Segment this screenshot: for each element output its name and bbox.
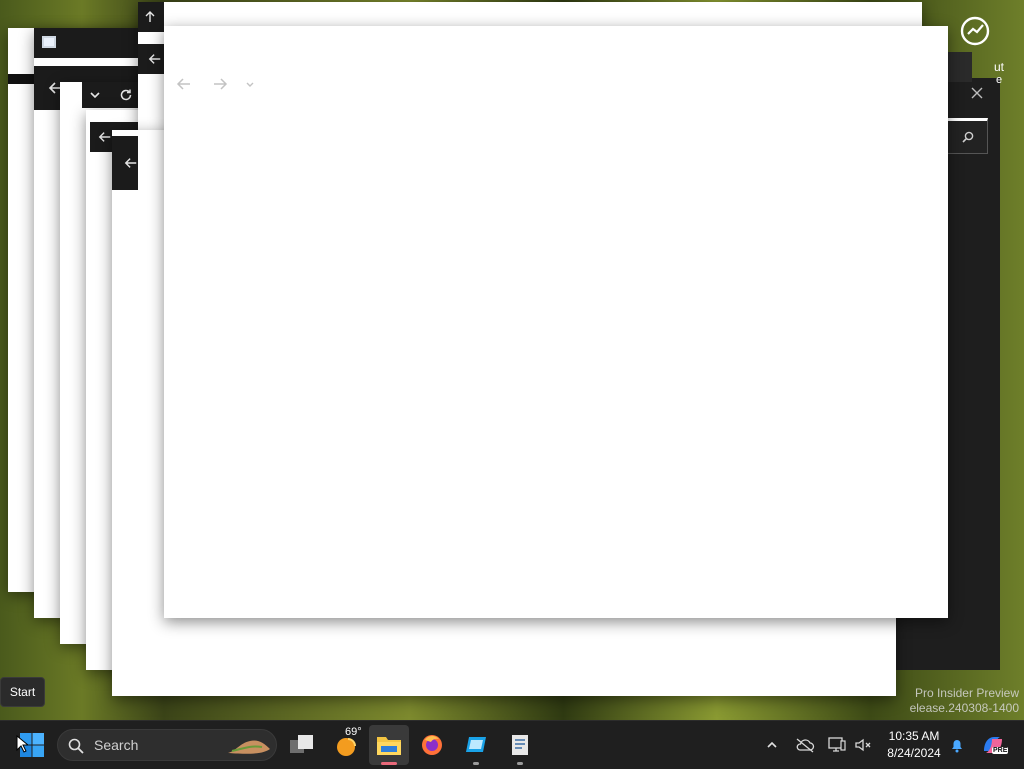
network-tray-icon[interactable] [824,721,850,769]
close-icon[interactable] [970,86,984,100]
window-5-titlebar [138,2,164,32]
taskbar-app-firefox[interactable] [414,721,450,769]
search-placeholder: Search [94,737,139,753]
window-6-toolbar [112,136,138,190]
chevron-down-icon [246,82,254,87]
clock-time: 10:35 AM [888,729,940,743]
arrow-left-icon [176,78,190,90]
right-label-fragment-2: e [996,74,1003,86]
arrow-left-icon[interactable] [148,52,162,66]
chevron-up-icon [767,741,777,748]
start-button[interactable] [10,721,54,769]
network-icon [828,737,846,752]
taskbar-app-task-view[interactable] [284,721,320,769]
document-icon [512,735,528,755]
forward-button[interactable] [212,76,228,92]
show-hidden-icons-button[interactable] [760,721,784,769]
taskbar-search[interactable]: Search [57,729,277,761]
watermark-line-1: Pro Insider Preview [914,686,1019,700]
refresh-icon[interactable] [118,87,134,103]
taskbar: Search 69° 10:35 AM 8/24/2024 PRE [0,720,1024,769]
arrow-left-icon[interactable] [98,130,112,144]
clock-date: 8/24/2024 [887,746,941,760]
taskbar-app-notepad[interactable] [502,721,538,769]
volume-tray-icon[interactable] [850,721,876,769]
volume-muted-icon [855,738,871,752]
arrow-right-icon [214,78,228,90]
folder-icon [377,737,401,755]
desktop-shortcut-icon[interactable] [958,14,992,48]
search-field[interactable] [946,118,988,154]
task-view-icon [290,735,313,753]
active-indicator [381,762,397,765]
bell-icon [952,740,962,753]
taskbar-app-blue[interactable] [458,721,494,769]
arrow-left-icon[interactable] [124,156,138,170]
mouse-cursor [16,735,28,753]
onedrive-tray-icon[interactable] [792,721,818,769]
start-tooltip: Start [0,677,45,707]
insider-watermark: Pro Insider Preview elease.240308-1400 [910,686,1019,716]
firefox-icon [422,735,442,755]
chevron-down-icon[interactable] [88,88,102,102]
search-icon [961,130,975,144]
recent-locations-button[interactable] [244,77,256,91]
right-label-fragment-1: ut [994,60,1005,74]
pre-badge: PRE [992,747,1009,754]
weather-temperature: 69° [345,726,362,738]
running-indicator [517,762,523,765]
search-highlight-image [226,735,272,757]
search-icon [68,738,84,754]
arrow-up-icon[interactable] [143,10,157,24]
window-5-toolbar [138,44,164,74]
blue-app-icon [466,737,486,752]
taskbar-clock[interactable]: 10:35 AM 8/24/2024 [880,728,948,762]
cloud-off-icon [796,738,815,753]
taskbar-app-weather[interactable]: 69° [328,721,364,769]
back-button[interactable] [176,76,192,92]
copilot-button[interactable]: PRE [976,721,1010,769]
running-indicator [473,762,479,765]
app-icon [42,36,56,48]
taskbar-app-file-explorer[interactable] [369,725,409,765]
front-window [164,26,948,618]
notifications-button[interactable] [946,721,968,769]
watermark-line-2: elease.240308-1400 [909,701,1019,715]
